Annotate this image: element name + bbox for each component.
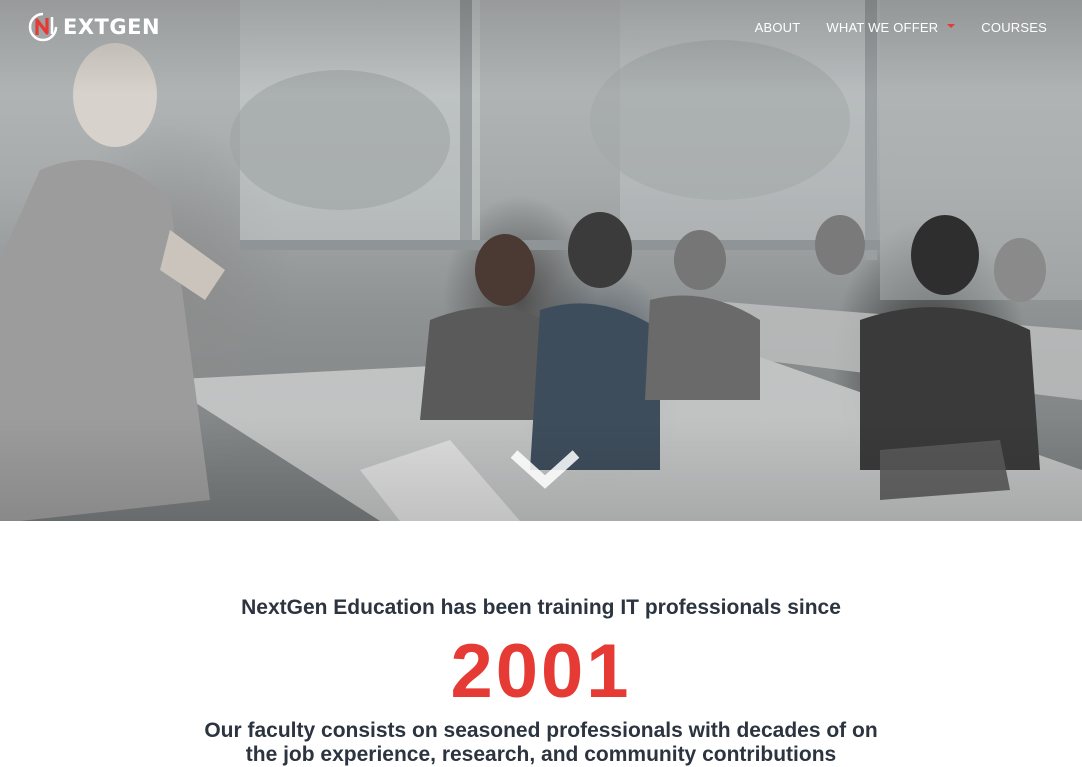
chevron-down-icon[interactable] [508, 446, 582, 490]
intro-section: NextGen Education has been training IT p… [0, 521, 1082, 766]
hero-section: EXTGEN ABOUT WHAT WE OFFER COURSES [0, 0, 1082, 521]
hero-overlay [0, 0, 1082, 521]
nav-item-about-label: ABOUT [754, 19, 801, 35]
nav-item-what-we-offer-label: WHAT WE OFFER [826, 19, 939, 35]
caret-down-icon [947, 24, 956, 28]
navbar: EXTGEN ABOUT WHAT WE OFFER COURSES [0, 0, 1082, 54]
faculty-description: Our faculty consists on seasoned profess… [204, 719, 878, 766]
intro-tagline: NextGen Education has been training IT p… [241, 596, 841, 619]
logo-text: EXTGEN [63, 15, 161, 39]
nav-item-what-we-offer[interactable]: WHAT WE OFFER [826, 19, 956, 35]
logo-n-icon [28, 12, 58, 42]
nav-item-courses-label: COURSES [981, 19, 1047, 35]
nav-item-about[interactable]: ABOUT [755, 20, 801, 35]
nav-item-courses[interactable]: COURSES [981, 20, 1047, 35]
founding-year: 2001 [450, 629, 632, 714]
logo[interactable]: EXTGEN [28, 12, 160, 42]
main-nav: ABOUT WHAT WE OFFER COURSES [755, 0, 1047, 54]
